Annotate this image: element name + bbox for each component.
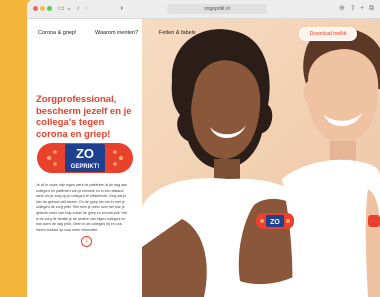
share-icon[interactable]: ⇧ (350, 4, 356, 13)
nav-item-feiten-fabels[interactable]: Feiten & fabels (159, 30, 196, 36)
maximize-window-button[interactable] (47, 6, 52, 11)
hero-photo: ZO (142, 19, 380, 297)
man-figure (282, 27, 380, 297)
nav-item-corona-griep[interactable]: Corona & griep! (38, 30, 77, 36)
tab-overview-icon[interactable]: ⧉ (369, 4, 374, 13)
sidebar-toggle-icon[interactable]: ▭ (58, 4, 65, 13)
new-tab-icon[interactable]: + (360, 4, 364, 13)
address-bar[interactable]: zogeprikt.nl (167, 4, 267, 14)
minimize-window-button[interactable] (40, 6, 45, 11)
plaster-right-arm (368, 215, 380, 227)
forward-icon[interactable]: › (85, 4, 87, 13)
browser-window: ▭ ⌄ ‹ › ◑ zogeprikt.nl ⊕ ⇧ + ⧉ ZO Corona… (27, 0, 380, 297)
woman-figure (142, 29, 314, 297)
scroll-down-icon[interactable]: ↓ (81, 236, 92, 247)
intro-paragraph: Je zit in zoals mijn eigen werk de patië… (36, 183, 128, 232)
shield-icon[interactable]: ◑ (119, 4, 123, 13)
logo-zo-text: ZO (76, 146, 94, 161)
back-icon[interactable]: ‹ (77, 4, 79, 13)
nav-item-waarom-inenten[interactable]: Waarom inenten? (95, 30, 138, 36)
download-toolkit-button[interactable]: Download toolkit (299, 27, 357, 41)
close-window-button[interactable] (33, 6, 38, 11)
zo-geprikt-logo: ZO GEPRIKT! (37, 143, 133, 173)
hero-heading: Zorgprofessional, bescherm jezelf en je … (36, 94, 132, 140)
browser-toolbar: ▭ ⌄ ‹ › ◑ zogeprikt.nl ⊕ ⇧ + ⧉ (27, 0, 380, 19)
download-icon[interactable]: ⊕ (339, 4, 345, 13)
plaster-label: ZO (270, 219, 280, 226)
logo-geprikt-text: GEPRIKT! (71, 164, 100, 170)
chevron-down-icon[interactable]: ⌄ (66, 4, 72, 13)
